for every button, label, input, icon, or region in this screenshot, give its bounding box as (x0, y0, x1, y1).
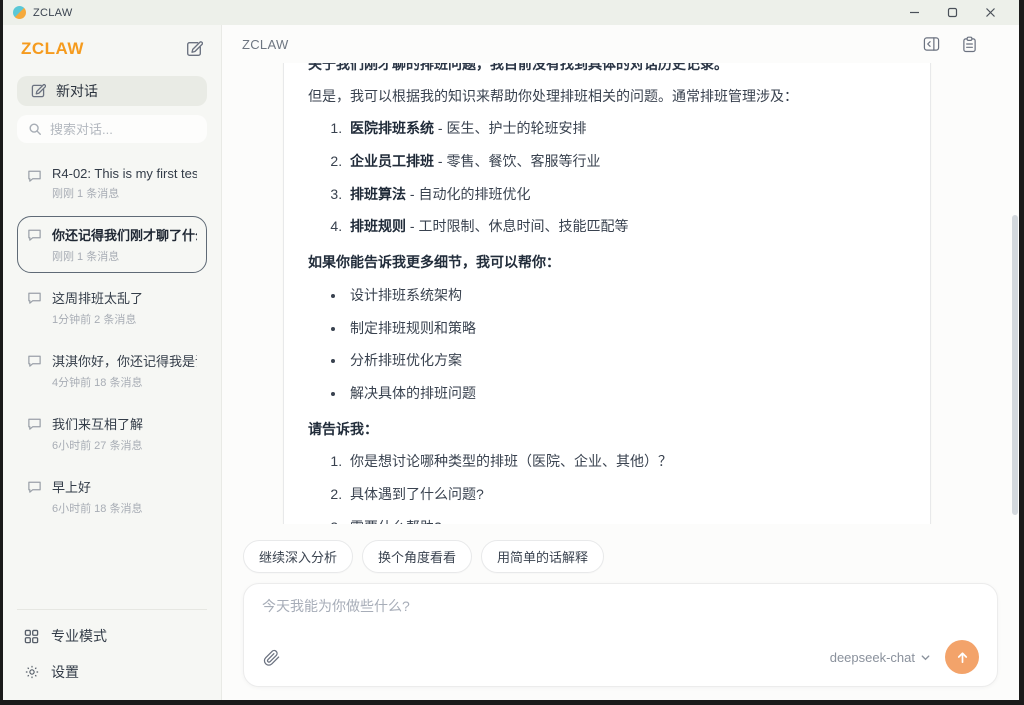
conversation-item[interactable]: 早上好 6小时前 18 条消息 (17, 468, 207, 525)
list-item: 排班算法 - 自动化的排班优化 (346, 184, 906, 206)
new-chat-button[interactable]: 新对话 (17, 76, 207, 106)
conversation-title: 淇淇你好，你还记得我是谁... (52, 351, 197, 370)
list-item: 分析排班优化方案 (346, 350, 906, 372)
message-input[interactable] (262, 598, 979, 614)
list-item: 具体遇到了什么问题? (346, 484, 906, 506)
chat-bubble-icon (27, 479, 42, 499)
message-ordered-list: 医院排班系统 - 医生、护士的轮班安排 企业员工排班 - 零售、餐饮、客服等行业… (308, 118, 906, 238)
window-controls (895, 0, 1009, 25)
assistant-message: 关于我们刚才聊的排班问题，我目前没有找到具体的对话历史记录。 但是，我可以根据我… (283, 63, 931, 524)
conversation-item[interactable]: R4-02: This is my first test m... 刚刚 1 条… (17, 157, 207, 210)
clipboard-icon[interactable] (962, 36, 977, 53)
conversation-item[interactable]: 淇淇你好，你还记得我是谁... 4分钟前 18 条消息 (17, 342, 207, 399)
conversation-item-selected[interactable]: 你还记得我们刚才聊了什么... 刚刚 1 条消息 (17, 216, 207, 273)
scrollbar-thumb[interactable] (1012, 215, 1018, 515)
message-paragraph: 但是，我可以根据我的知识来帮助你处理排班相关的问题。通常排班管理涉及： (308, 86, 906, 108)
conversation-title: 早上好 (52, 477, 142, 496)
collapse-panel-icon[interactable] (923, 36, 940, 53)
conversation-meta: 6小时前 18 条消息 (52, 500, 142, 516)
sidebar-footer: 专业模式 设置 (17, 609, 207, 690)
settings-label: 设置 (51, 662, 79, 682)
conversation-title: 我们来互相了解 (52, 414, 143, 433)
search-input[interactable] (50, 122, 196, 137)
message-bullet-list: 设计排班系统架构 制定排班规则和策略 分析排班优化方案 解决具体的排班问题 (308, 285, 906, 405)
conversation-title: 这周排班太乱了 (52, 288, 143, 307)
composer-area: deepseek-chat (222, 573, 1019, 700)
list-item: 你是想讨论哪种类型的排班（医院、企业、其他）？ (346, 451, 906, 473)
suggestion-chips: 继续深入分析 换个角度看看 用简单的话解释 (222, 524, 1019, 573)
chat-bubble-icon (27, 353, 42, 373)
conversation-title: 你还记得我们刚才聊了什么... (52, 225, 197, 244)
close-button[interactable] (971, 0, 1009, 25)
grid-icon (23, 629, 40, 644)
sidebar: ZCLAW 新对话 (3, 25, 222, 700)
chevron-down-icon (920, 652, 931, 663)
arrow-up-icon (955, 650, 970, 665)
model-selector[interactable]: deepseek-chat (830, 650, 931, 665)
conversation-meta: 4分钟前 18 条消息 (52, 374, 197, 390)
model-name: deepseek-chat (830, 650, 915, 665)
list-item: 解决具体的排班问题 (346, 383, 906, 405)
pro-mode-label: 专业模式 (51, 626, 107, 646)
main-area: ZCLAW 关于我们刚才聊的排班问题，我目前没有找到具体的对话历史记录。 但是，… (222, 25, 1019, 700)
conversation-item[interactable]: 我们来互相了解 6小时前 27 条消息 (17, 405, 207, 462)
message-section-title: 请告诉我： (308, 419, 906, 441)
chat-bubble-icon (27, 416, 42, 436)
chat-messages[interactable]: 关于我们刚才聊的排班问题，我目前没有找到具体的对话历史记录。 但是，我可以根据我… (222, 63, 1019, 524)
chat-bubble-icon (27, 227, 42, 247)
paperclip-icon[interactable] (262, 648, 281, 667)
conversation-list: R4-02: This is my first test m... 刚刚 1 条… (17, 157, 207, 603)
send-button[interactable] (945, 640, 979, 674)
list-item: 制定排班规则和策略 (346, 318, 906, 340)
suggestion-chip[interactable]: 继续深入分析 (243, 540, 353, 573)
conversation-title: R4-02: This is my first test m... (52, 166, 197, 181)
conversation-meta: 6小时前 27 条消息 (52, 437, 143, 453)
conversation-meta: 1分钟前 2 条消息 (52, 311, 143, 327)
app-window: ZCLAW ZCLAW (3, 0, 1019, 700)
chat-header-title: ZCLAW (242, 37, 289, 52)
app-logo-icon (13, 6, 26, 19)
titlebar-app-name: ZCLAW (33, 7, 73, 19)
sidebar-logo: ZCLAW (21, 39, 84, 59)
chat-bubble-icon (27, 168, 42, 188)
list-item: 设计排班系统架构 (346, 285, 906, 307)
list-item: 医院排班系统 - 医生、护士的轮班安排 (346, 118, 906, 140)
chat-header: ZCLAW (222, 25, 1019, 63)
compose-icon[interactable] (185, 40, 203, 58)
maximize-button[interactable] (933, 0, 971, 25)
suggestion-chip[interactable]: 用简单的话解释 (481, 540, 604, 573)
list-item: 排班规则 - 工时限制、休息时间、技能匹配等 (346, 216, 906, 238)
conversation-meta: 刚刚 1 条消息 (52, 248, 197, 264)
pro-mode-button[interactable]: 专业模式 (17, 618, 207, 654)
search-box[interactable] (17, 115, 207, 143)
new-chat-icon (30, 83, 46, 99)
composer[interactable]: deepseek-chat (243, 583, 998, 687)
search-icon (28, 122, 42, 136)
message-section-title: 如果你能告诉我更多细节，我可以帮你： (308, 252, 906, 274)
list-item: 企业员工排班 - 零售、餐饮、客服等行业 (346, 151, 906, 173)
message-paragraph: 关于我们刚才聊的排班问题，我目前没有找到具体的对话历史记录。 (308, 63, 906, 76)
chat-bubble-icon (27, 290, 42, 310)
conversation-item[interactable]: 这周排班太乱了 1分钟前 2 条消息 (17, 279, 207, 336)
suggestion-chip[interactable]: 换个角度看看 (362, 540, 472, 573)
gear-icon (23, 664, 40, 680)
list-item: 需要什么帮助? (346, 517, 906, 524)
settings-button[interactable]: 设置 (17, 654, 207, 690)
new-chat-label: 新对话 (56, 81, 98, 101)
titlebar: ZCLAW (3, 0, 1019, 25)
message-ordered-list: 你是想讨论哪种类型的排班（医院、企业、其他）？ 具体遇到了什么问题? 需要什么帮… (308, 451, 906, 524)
minimize-button[interactable] (895, 0, 933, 25)
conversation-meta: 刚刚 1 条消息 (52, 185, 197, 201)
